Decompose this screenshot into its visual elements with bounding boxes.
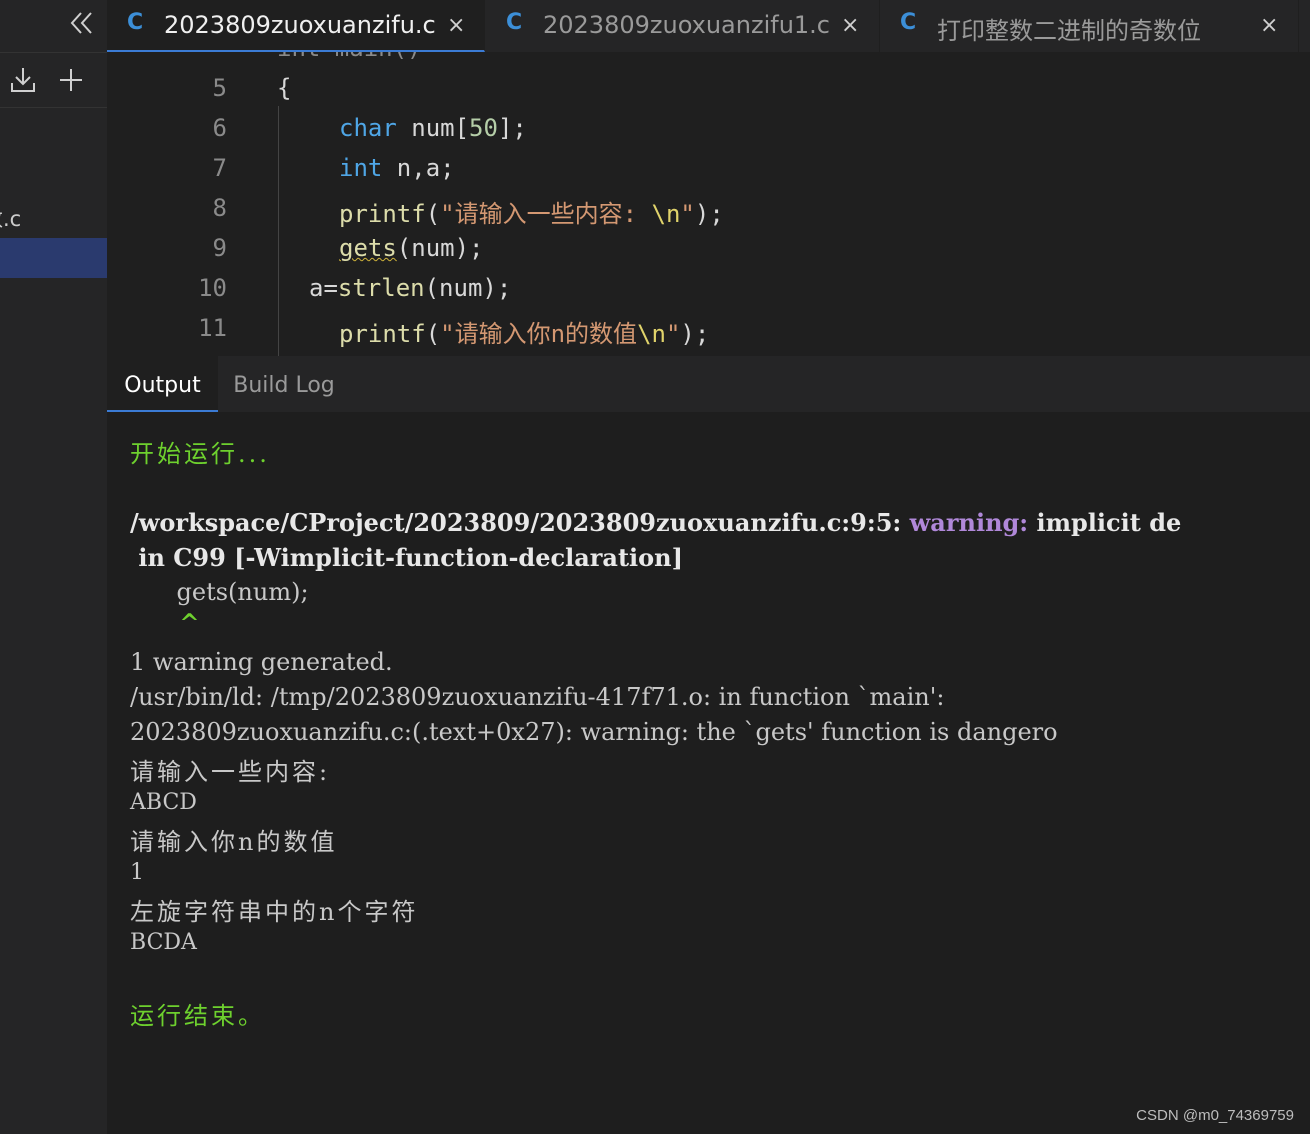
tab-zuoxuanzifu1[interactable]: C 2023809zuoxuanzifu1.c × [486,0,880,52]
sidebar-file-label: 数.c [0,207,22,231]
line-number: 5 [212,74,227,102]
user-input-2: 1 [130,860,144,885]
tab-binary-odd-bits[interactable]: C 打印整数二进制的奇数位 × [880,0,1299,52]
code-editor[interactable]: int main() 5 { 6 char num[50]; 7 int n,a… [107,52,1310,356]
linker-message: /usr/bin/ld: /tmp/2023809zuoxuanzifu-417… [130,683,945,711]
program-prompt-3: 左旋字符串中的n个字符 [130,898,419,926]
code-line-9: gets(num); [339,234,484,262]
plus-icon[interactable] [56,65,86,95]
tab-bar: C 2023809zuoxuanzifu.c × C 2023809zuoxua… [107,0,1310,52]
tab-output[interactable]: Output [107,356,218,412]
panel-tabs: Output Build Log [107,356,1310,412]
line-number: 7 [212,154,227,182]
line-number: 11 [198,314,227,342]
code-line-6: char num[50]; [339,114,527,142]
code-line-8: printf("请输入一些内容: \n"); [339,200,724,228]
compiler-warning-line-2: in C99 [-Wimplicit-function-declaration] [130,543,683,572]
line-number: 6 [212,114,227,142]
double-chevron-left-icon[interactable] [67,8,97,38]
tab-build-log[interactable]: Build Log [219,356,349,412]
user-input-1: ABCD [130,790,197,815]
line-number: 10 [198,274,227,302]
tab-label: 打印整数二进制的奇数位 [937,17,1201,45]
download-icon[interactable] [8,65,38,95]
code-line-5: { [277,74,292,102]
code-echo: gets(num); [146,578,309,606]
program-prompt-1: 请输入一些内容: [130,758,331,786]
line-number: 9 [212,234,227,262]
close-icon[interactable]: × [1260,13,1278,38]
code-line-7: int n,a; [339,154,455,182]
line-number: 8 [212,194,227,222]
indent-guide [278,106,279,356]
code-line-10: a=strlen(num); [309,274,512,302]
tab-label: 2023809zuoxuanzifu.c [164,11,436,39]
c-file-icon: C [127,10,144,35]
run-start-text: 开始运行... [130,440,270,468]
sidebar-actions [0,53,107,108]
caret-marker: ^ [146,608,200,637]
sidebar: 数.c [0,0,108,1134]
c-file-icon: C [900,10,917,35]
program-result: BCDA [130,930,197,955]
sidebar-selected-item[interactable] [0,238,107,278]
code-line-partial: int main() [277,52,422,62]
close-icon[interactable]: × [447,13,465,38]
compiler-warning-line: /workspace/CProject/2023809/2023809zuoxu… [130,508,1182,537]
program-prompt-2: 请输入你n的数值 [130,828,338,856]
close-icon[interactable]: × [841,13,859,38]
code-line-11: printf("请输入你n的数值\n"); [339,320,710,348]
tab-label: 2023809zuoxuanzifu1.c [543,11,830,39]
watermark: CSDN @m0_74369759 [1136,1107,1294,1124]
c-file-icon: C [506,10,523,35]
run-end-text: 运行结束。 [130,1002,265,1030]
warning-count: 1 warning generated. [130,648,393,676]
gets-warning: 2023809zuoxuanzifu.c:(.text+0x27): warni… [130,718,1058,746]
sidebar-header [0,0,107,53]
tab-zuoxuanzifu[interactable]: C 2023809zuoxuanzifu.c × [107,0,485,52]
sidebar-file-item[interactable]: 数.c [0,200,107,238]
output-console[interactable]: 开始运行... /workspace/CProject/2023809/2023… [107,412,1310,1134]
